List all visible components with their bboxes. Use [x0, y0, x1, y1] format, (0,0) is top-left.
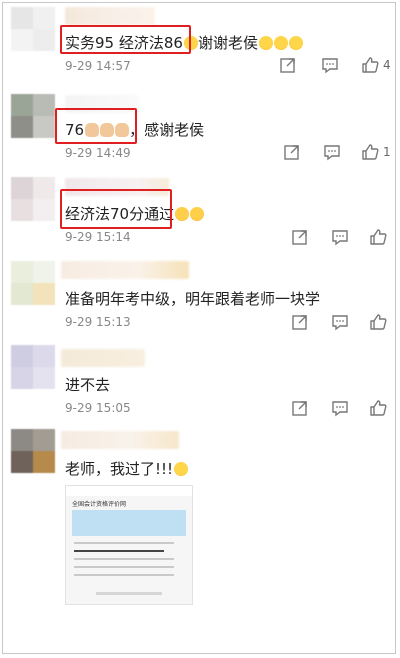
comment-list: 实务95 经济法86 谢谢老侯 9-29 14:57 4 76 ，感谢老侯 9-…	[2, 2, 396, 654]
praying-hands-emoji	[115, 123, 130, 137]
comment-text: 老师，我过了!!!	[65, 458, 189, 479]
thumb-up-icon[interactable]	[369, 399, 389, 419]
cry-emoji	[273, 36, 288, 50]
thumb-up-icon[interactable]	[361, 143, 381, 163]
username[interactable]	[65, 95, 139, 113]
comment-time: 9-29 14:57	[65, 59, 131, 73]
comment-item: 老师，我过了!!! 全国会计资格评价网	[3, 425, 395, 653]
attachment-banner	[72, 510, 186, 536]
username[interactable]	[65, 178, 169, 196]
comment-icon[interactable]	[321, 56, 341, 76]
comment-icon[interactable]	[323, 143, 343, 163]
praying-hands-emoji	[85, 123, 100, 137]
avatar[interactable]	[11, 7, 55, 51]
attachment-line	[74, 566, 174, 568]
comment-text: 实务95 经济法86 谢谢老侯	[65, 32, 303, 53]
thumb-up-icon[interactable]	[369, 228, 389, 248]
avatar[interactable]	[11, 261, 55, 305]
comment-time: 9-29 14:49	[65, 146, 131, 160]
share-icon[interactable]	[283, 143, 303, 163]
cry-emoji	[288, 36, 303, 50]
comment-item: 76 ，感谢老侯 9-29 14:49 1	[3, 89, 395, 173]
share-icon[interactable]	[291, 228, 311, 248]
like-count: 4	[383, 58, 391, 72]
sad-emoji	[190, 207, 205, 221]
praying-hands-emoji	[100, 123, 115, 137]
share-icon[interactable]	[291, 313, 311, 333]
comment-icon[interactable]	[331, 313, 351, 333]
username[interactable]	[65, 7, 155, 25]
attachment-line	[74, 542, 174, 544]
username[interactable]	[61, 261, 189, 279]
username[interactable]	[61, 349, 145, 367]
thumb-up-icon[interactable]	[361, 56, 381, 76]
sad-emoji	[175, 207, 190, 221]
comment-text: 76 ，感谢老侯	[65, 121, 205, 139]
comment-time: 9-29 15:13	[65, 315, 131, 329]
comment-item: 进不去 9-29 15:05	[3, 341, 395, 425]
attachment-line	[74, 574, 174, 576]
comment-time: 9-29 15:14	[65, 230, 131, 244]
thumb-up-icon[interactable]	[369, 313, 389, 333]
comment-item: 经济法70分通过 9-29 15:14	[3, 173, 395, 257]
username[interactable]	[61, 431, 179, 449]
share-icon[interactable]	[291, 399, 311, 419]
attachment-line	[74, 550, 164, 552]
avatar[interactable]	[11, 177, 55, 221]
comment-text: 准备明年考中级，明年跟着老师一块学	[65, 290, 321, 308]
comment-item: 实务95 经济法86 谢谢老侯 9-29 14:57 4	[3, 3, 395, 89]
comment-item: 准备明年考中级，明年跟着老师一块学 9-29 15:13	[3, 257, 395, 341]
screenshot-status-bar	[66, 486, 192, 496]
cry-emoji	[174, 462, 189, 476]
avatar[interactable]	[11, 345, 55, 389]
avatar[interactable]	[11, 429, 55, 473]
attachment-image[interactable]: 全国会计资格评价网	[65, 485, 193, 605]
avatar[interactable]	[11, 94, 55, 138]
comment-text: 进不去	[65, 376, 111, 394]
cry-emoji	[258, 36, 273, 50]
share-icon[interactable]	[279, 56, 299, 76]
grinning-emoji	[183, 36, 198, 50]
comment-time: 9-29 15:05	[65, 401, 131, 415]
comment-icon[interactable]	[331, 228, 351, 248]
attachment-title: 全国会计资格评价网	[72, 501, 127, 508]
like-count: 1	[383, 145, 391, 159]
attachment-footer	[96, 592, 162, 595]
comment-text: 经济法70分通过	[65, 203, 205, 224]
comment-icon[interactable]	[331, 399, 351, 419]
attachment-line	[74, 558, 174, 560]
